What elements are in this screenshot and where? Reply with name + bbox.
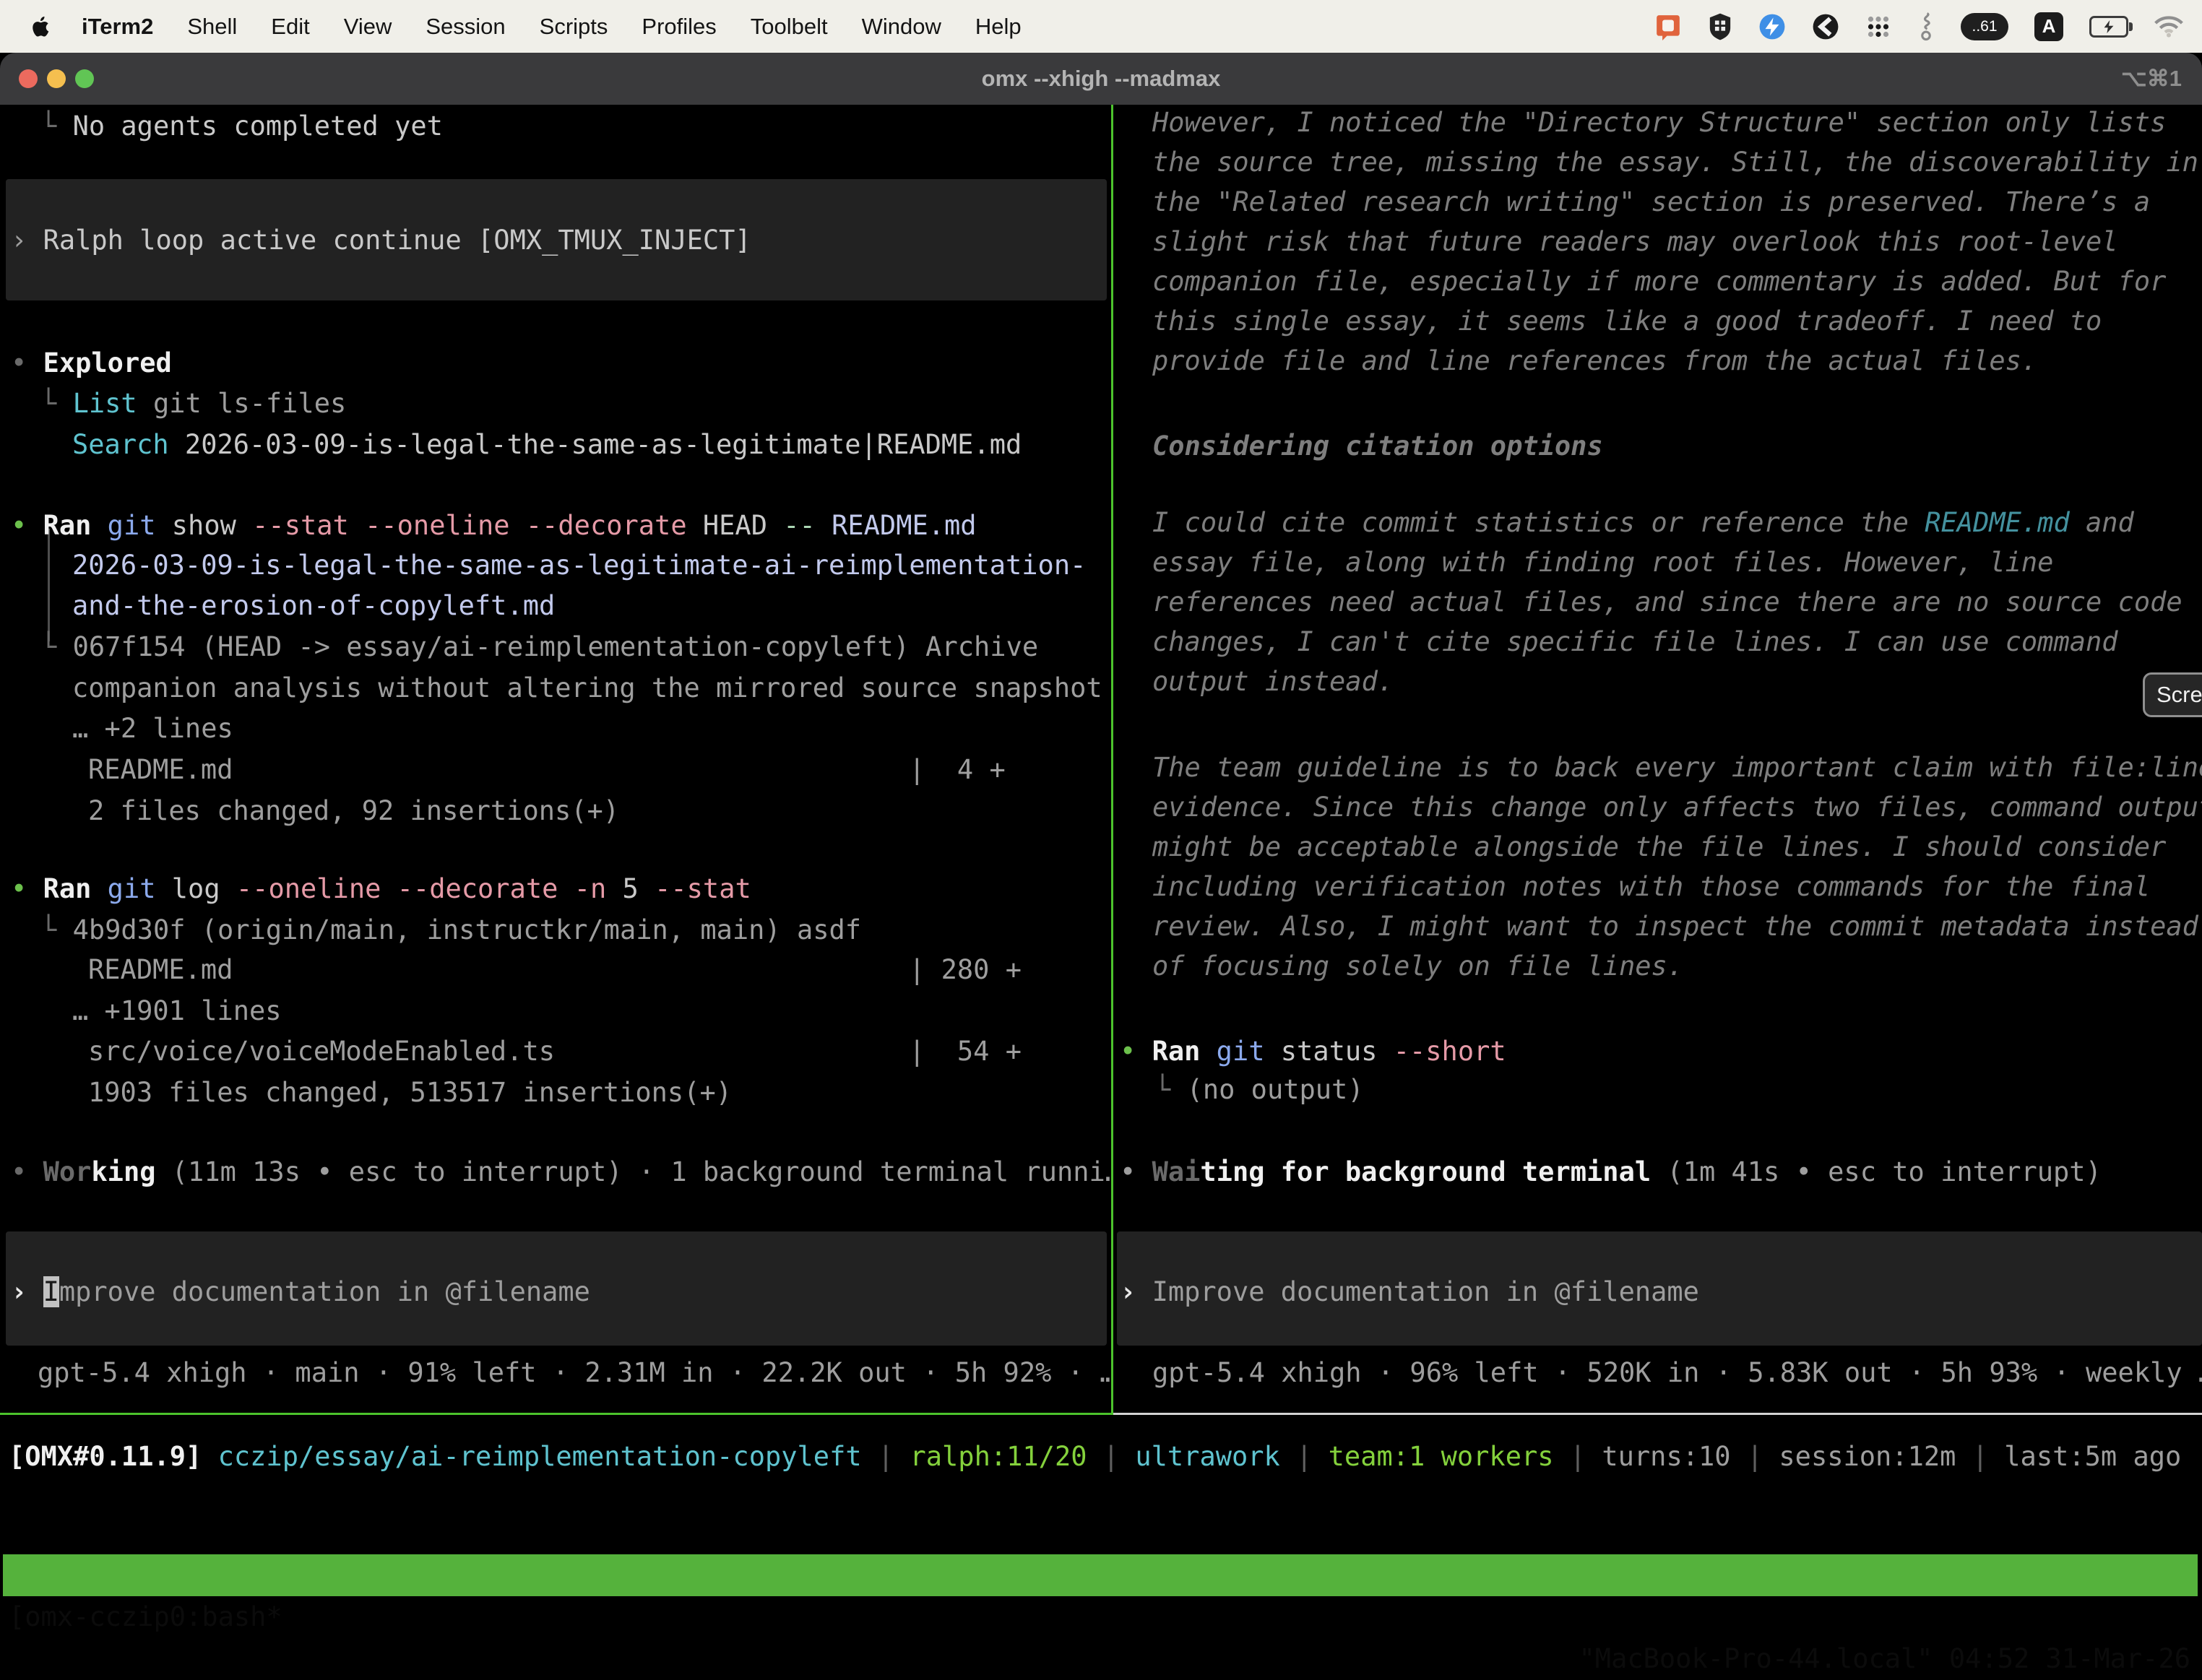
menu-item-help[interactable]: Help xyxy=(975,14,1022,40)
text-segment xyxy=(202,1441,217,1472)
menu-item-edit[interactable]: Edit xyxy=(271,14,309,40)
text-segment: | xyxy=(1280,1441,1329,1472)
text-segment: last:5m ago xyxy=(2004,1441,2181,1472)
menu-item-iterm2[interactable]: iTerm2 xyxy=(82,14,153,40)
menu-item-session[interactable]: Session xyxy=(426,14,505,40)
text-segment: [OMX#0.11.9] xyxy=(9,1441,202,1472)
menu-item-view[interactable]: View xyxy=(344,14,392,40)
window-title: omx --xhigh --madmax xyxy=(0,53,2202,105)
menu-item-profiles[interactable]: Profiles xyxy=(642,14,716,40)
squiggle-app-icon[interactable] xyxy=(1917,12,1935,41)
text-segment: team:1 workers xyxy=(1329,1441,1554,1472)
pane-divider[interactable] xyxy=(1111,101,1113,1415)
window-shortcut: ⌥⌘1 xyxy=(2121,53,2182,105)
menu-item-toolbelt[interactable]: Toolbelt xyxy=(751,14,828,40)
macos-menu-bar: iTerm2 Shell Edit View Session Scripts Profile… xyxy=(0,0,2202,53)
apple-menu-icon[interactable] xyxy=(30,15,50,38)
menu-items: iTerm2 Shell Edit View Session Scripts Profile… xyxy=(82,14,1022,40)
text-segment: ralph:11/20 xyxy=(910,1441,1087,1472)
text-segment: | xyxy=(1554,1441,1602,1472)
omx-status-line: [OMX#0.11.9] cczip/essay/ai-reimplementa… xyxy=(9,1436,2181,1477)
tmux-host-clock-label: "MacBook-Pro-44.local" 04:52 31-Mar-26 xyxy=(1579,1638,2190,1680)
menu-item-window[interactable]: Window xyxy=(862,14,941,40)
text-segment: | xyxy=(862,1441,910,1472)
text-segment: cczip/essay/ai-reimplementation-copyleft xyxy=(218,1441,862,1472)
input-source-label: A xyxy=(2042,15,2056,38)
menu-item-shell[interactable]: Shell xyxy=(187,14,237,40)
window-title-bar: omx --xhigh --madmax ⌥⌘1 xyxy=(0,53,2202,105)
menu-item-scripts[interactable]: Scripts xyxy=(540,14,608,40)
badge-61-label: ..61 xyxy=(1972,18,1997,35)
shield-app-icon[interactable] xyxy=(1708,13,1732,40)
tmux-session-label: [omx-cczip0:bash* xyxy=(9,1596,282,1638)
chat-app-icon[interactable] xyxy=(1654,13,1682,40)
tmux-status-bar: [omx-cczip0:bash* "MacBook-Pro-44.local"… xyxy=(3,1554,2198,1596)
menu-status-icons: ..61 A xyxy=(1654,12,2183,41)
badge-61-icon[interactable]: ..61 xyxy=(1961,13,2008,40)
crescent-circle-app-icon[interactable] xyxy=(1812,13,1839,40)
wifi-icon[interactable] xyxy=(2154,16,2183,38)
text-segment: | xyxy=(1956,1441,2004,1472)
bolt-circle-app-icon[interactable] xyxy=(1758,13,1786,40)
text-segment: session:12m xyxy=(1779,1441,1956,1472)
text-segment: | xyxy=(1087,1441,1136,1472)
text-segment: | xyxy=(1731,1441,1779,1472)
dots-grid-icon[interactable] xyxy=(1865,14,1891,40)
screen-share-overlay-label: Scre xyxy=(2156,682,2202,708)
battery-icon[interactable] xyxy=(2089,16,2128,38)
text-segment: ultrawork xyxy=(1135,1441,1279,1472)
input-source-icon[interactable]: A xyxy=(2034,12,2063,41)
bottom-area: [OMX#0.11.9] cczip/essay/ai-reimplementa… xyxy=(0,0,2202,1612)
text-segment: turns:10 xyxy=(1602,1441,1730,1472)
screen-share-overlay-button[interactable]: Scre xyxy=(2143,672,2202,717)
